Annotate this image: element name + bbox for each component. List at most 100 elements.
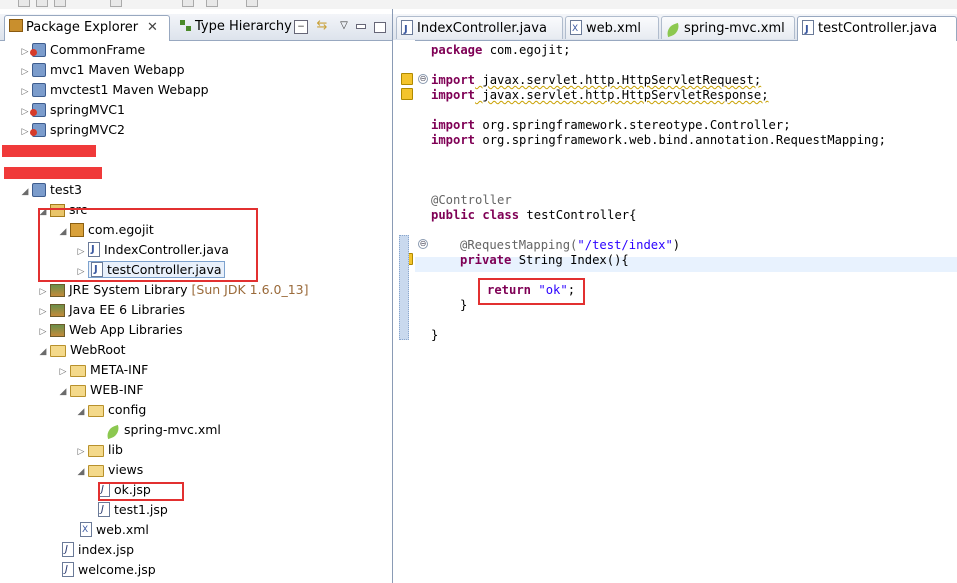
tree-item-mvc1[interactable]: ▷ mvc1 Maven Webapp — [18, 60, 185, 80]
collapse-arrow-icon[interactable]: ◢ — [74, 402, 88, 422]
expand-arrow-icon[interactable]: ▷ — [18, 82, 32, 102]
tree-item-webroot[interactable]: ◢ WebRoot — [36, 340, 126, 360]
code-line: package com.egojit; — [431, 43, 571, 57]
library-icon — [50, 284, 65, 297]
package-explorer-icon — [9, 19, 23, 32]
project-icon — [32, 183, 46, 197]
tree-item-lib[interactable]: ▷ lib — [74, 440, 123, 460]
expand-arrow-icon[interactable]: ▷ — [36, 302, 50, 322]
warning-icon[interactable] — [401, 88, 413, 100]
project-error-icon — [30, 43, 46, 57]
tree-item-javaee[interactable]: ▷ Java EE 6 Libraries — [36, 300, 185, 320]
tree-item-jre[interactable]: ▷ JRE System Library [Sun JDK 1.6.0_13] — [36, 280, 308, 300]
code-line: public class testController{ — [431, 208, 637, 222]
toolbar-icon[interactable] — [54, 0, 66, 7]
view-menu-icon[interactable]: ▽ — [338, 20, 350, 32]
tree-item-label: springMVC2 — [50, 122, 125, 137]
code-line: private String Index(){ — [460, 253, 629, 267]
tree-item-webapp-libs[interactable]: ▷ Web App Libraries — [36, 320, 183, 340]
tree-item-springmvc1[interactable]: ▷ springMVC1 — [18, 100, 125, 120]
folder-icon — [88, 405, 104, 417]
toolbar-icon[interactable] — [18, 0, 30, 7]
xml-file-icon — [80, 520, 92, 540]
library-icon — [50, 304, 65, 317]
tab-type-hierarchy[interactable]: Type Hierarchy — [176, 15, 292, 39]
collapse-arrow-icon[interactable]: ◢ — [74, 462, 88, 482]
editor-tab-indexcontroller[interactable]: IndexController.java — [396, 16, 563, 41]
code-line: @Controller — [431, 193, 512, 207]
tree-item-commonframe[interactable]: ▷ CommonFrame — [18, 40, 145, 60]
code-line: @RequestMapping("/test/index") — [460, 238, 681, 252]
editor-tab-web-xml[interactable]: web.xml — [565, 16, 659, 41]
expand-arrow-icon[interactable]: ▷ — [36, 322, 50, 342]
folder-icon — [88, 445, 104, 457]
package-explorer-view: Package Explorer ✕ Type Hierarchy − ⇆ ▽ … — [0, 9, 393, 583]
close-icon[interactable]: ✕ — [147, 16, 158, 40]
tree-item-label: CommonFrame — [50, 42, 146, 57]
folder-icon — [50, 345, 66, 357]
tree-item-label: spring-mvc.xml — [124, 422, 221, 437]
expand-arrow-icon[interactable]: ▷ — [56, 362, 70, 382]
tree-item-label: mvc1 Maven Webapp — [50, 62, 185, 77]
tree-item-test3[interactable]: ◢ test3 — [18, 180, 82, 200]
folder-icon — [70, 385, 86, 397]
java-file-icon — [802, 18, 814, 41]
tree-item-label: WEB-INF — [90, 382, 144, 397]
collapse-arrow-icon[interactable]: ◢ — [36, 342, 50, 362]
expand-arrow-icon[interactable]: ▷ — [18, 62, 32, 82]
tree-item-meta-inf[interactable]: ▷ META-INF — [56, 360, 148, 380]
tree-item-label: views — [108, 462, 144, 477]
tree-item-spring-mvc-xml[interactable]: spring-mvc.xml — [92, 420, 221, 440]
tree-item-config[interactable]: ◢ config — [74, 400, 146, 420]
view-tab-bar: Package Explorer ✕ Type Hierarchy − ⇆ ▽ — [0, 14, 392, 41]
fold-toggle-icon[interactable]: ⊖ — [418, 239, 428, 249]
editor-tab-bar: IndexController.java web.xml spring-mvc.… — [393, 14, 957, 41]
tree-item-web-xml[interactable]: web.xml — [80, 520, 149, 540]
tree-item-web-inf[interactable]: ◢ WEB-INF — [56, 380, 144, 400]
tab-label: spring-mvc.xml — [684, 21, 785, 36]
tree-item-mvctest1[interactable]: ▷ mvctest1 Maven Webapp — [18, 80, 209, 100]
jsp-file-icon — [62, 560, 74, 580]
tree-item-springmvc2[interactable]: ▷ springMVC2 — [18, 120, 125, 140]
toolbar-icon[interactable] — [110, 0, 122, 7]
toolbar-icon[interactable] — [206, 0, 218, 7]
maximize-icon[interactable] — [374, 22, 386, 33]
project-error-icon — [30, 123, 46, 137]
tab-label: Package Explorer — [26, 20, 139, 35]
toolbar-icon[interactable] — [36, 0, 48, 7]
tree-item-label: Java EE 6 Libraries — [69, 302, 186, 317]
collapse-all-icon[interactable]: − — [294, 20, 308, 34]
code-line: import javax.servlet.http.HttpServletRes… — [431, 88, 769, 102]
collapse-arrow-icon[interactable]: ◢ — [56, 382, 70, 402]
tree-item-test1-jsp[interactable]: test1.jsp — [98, 500, 168, 520]
tree-item-views[interactable]: ◢ views — [74, 460, 143, 480]
project-icon — [32, 63, 46, 77]
tree-item-label: Web App Libraries — [69, 322, 183, 337]
tree-item-welcome-jsp[interactable]: welcome.jsp — [62, 560, 156, 580]
tab-package-explorer[interactable]: Package Explorer ✕ — [4, 15, 170, 41]
toolbar-icon[interactable] — [246, 0, 258, 7]
library-icon — [50, 324, 65, 337]
toolbar-icon[interactable] — [182, 0, 194, 7]
editor-tab-spring-mvc-xml[interactable]: spring-mvc.xml — [661, 16, 795, 39]
type-hierarchy-icon — [180, 20, 192, 32]
expand-arrow-icon[interactable]: ▷ — [36, 282, 50, 302]
code-editor[interactable]: ⊖ ⊖ package com.egojit; import javax.ser… — [393, 40, 957, 583]
minimize-icon[interactable] — [356, 24, 366, 29]
tree-item-index-jsp[interactable]: index.jsp — [62, 540, 134, 560]
folder-icon — [70, 365, 86, 377]
link-editor-icon[interactable]: ⇆ — [316, 19, 328, 32]
highlight-box-ok-jsp — [98, 482, 184, 501]
fold-toggle-icon[interactable]: ⊖ — [418, 74, 428, 84]
expand-arrow-icon[interactable]: ▷ — [74, 442, 88, 462]
tree-item-label: index.jsp — [78, 542, 135, 557]
code-line: import javax.servlet.http.HttpServletReq… — [431, 73, 762, 87]
code-line: } — [431, 328, 439, 342]
editor-tab-testcontroller[interactable]: testController.java — [797, 16, 957, 41]
tree-item-label: test1.jsp — [114, 502, 168, 517]
warning-icon[interactable] — [401, 73, 413, 85]
tree-item-label: lib — [108, 442, 123, 457]
toolbar-strip — [0, 0, 957, 9]
redaction-bar — [4, 167, 102, 179]
collapse-arrow-icon[interactable]: ◢ — [18, 182, 32, 202]
